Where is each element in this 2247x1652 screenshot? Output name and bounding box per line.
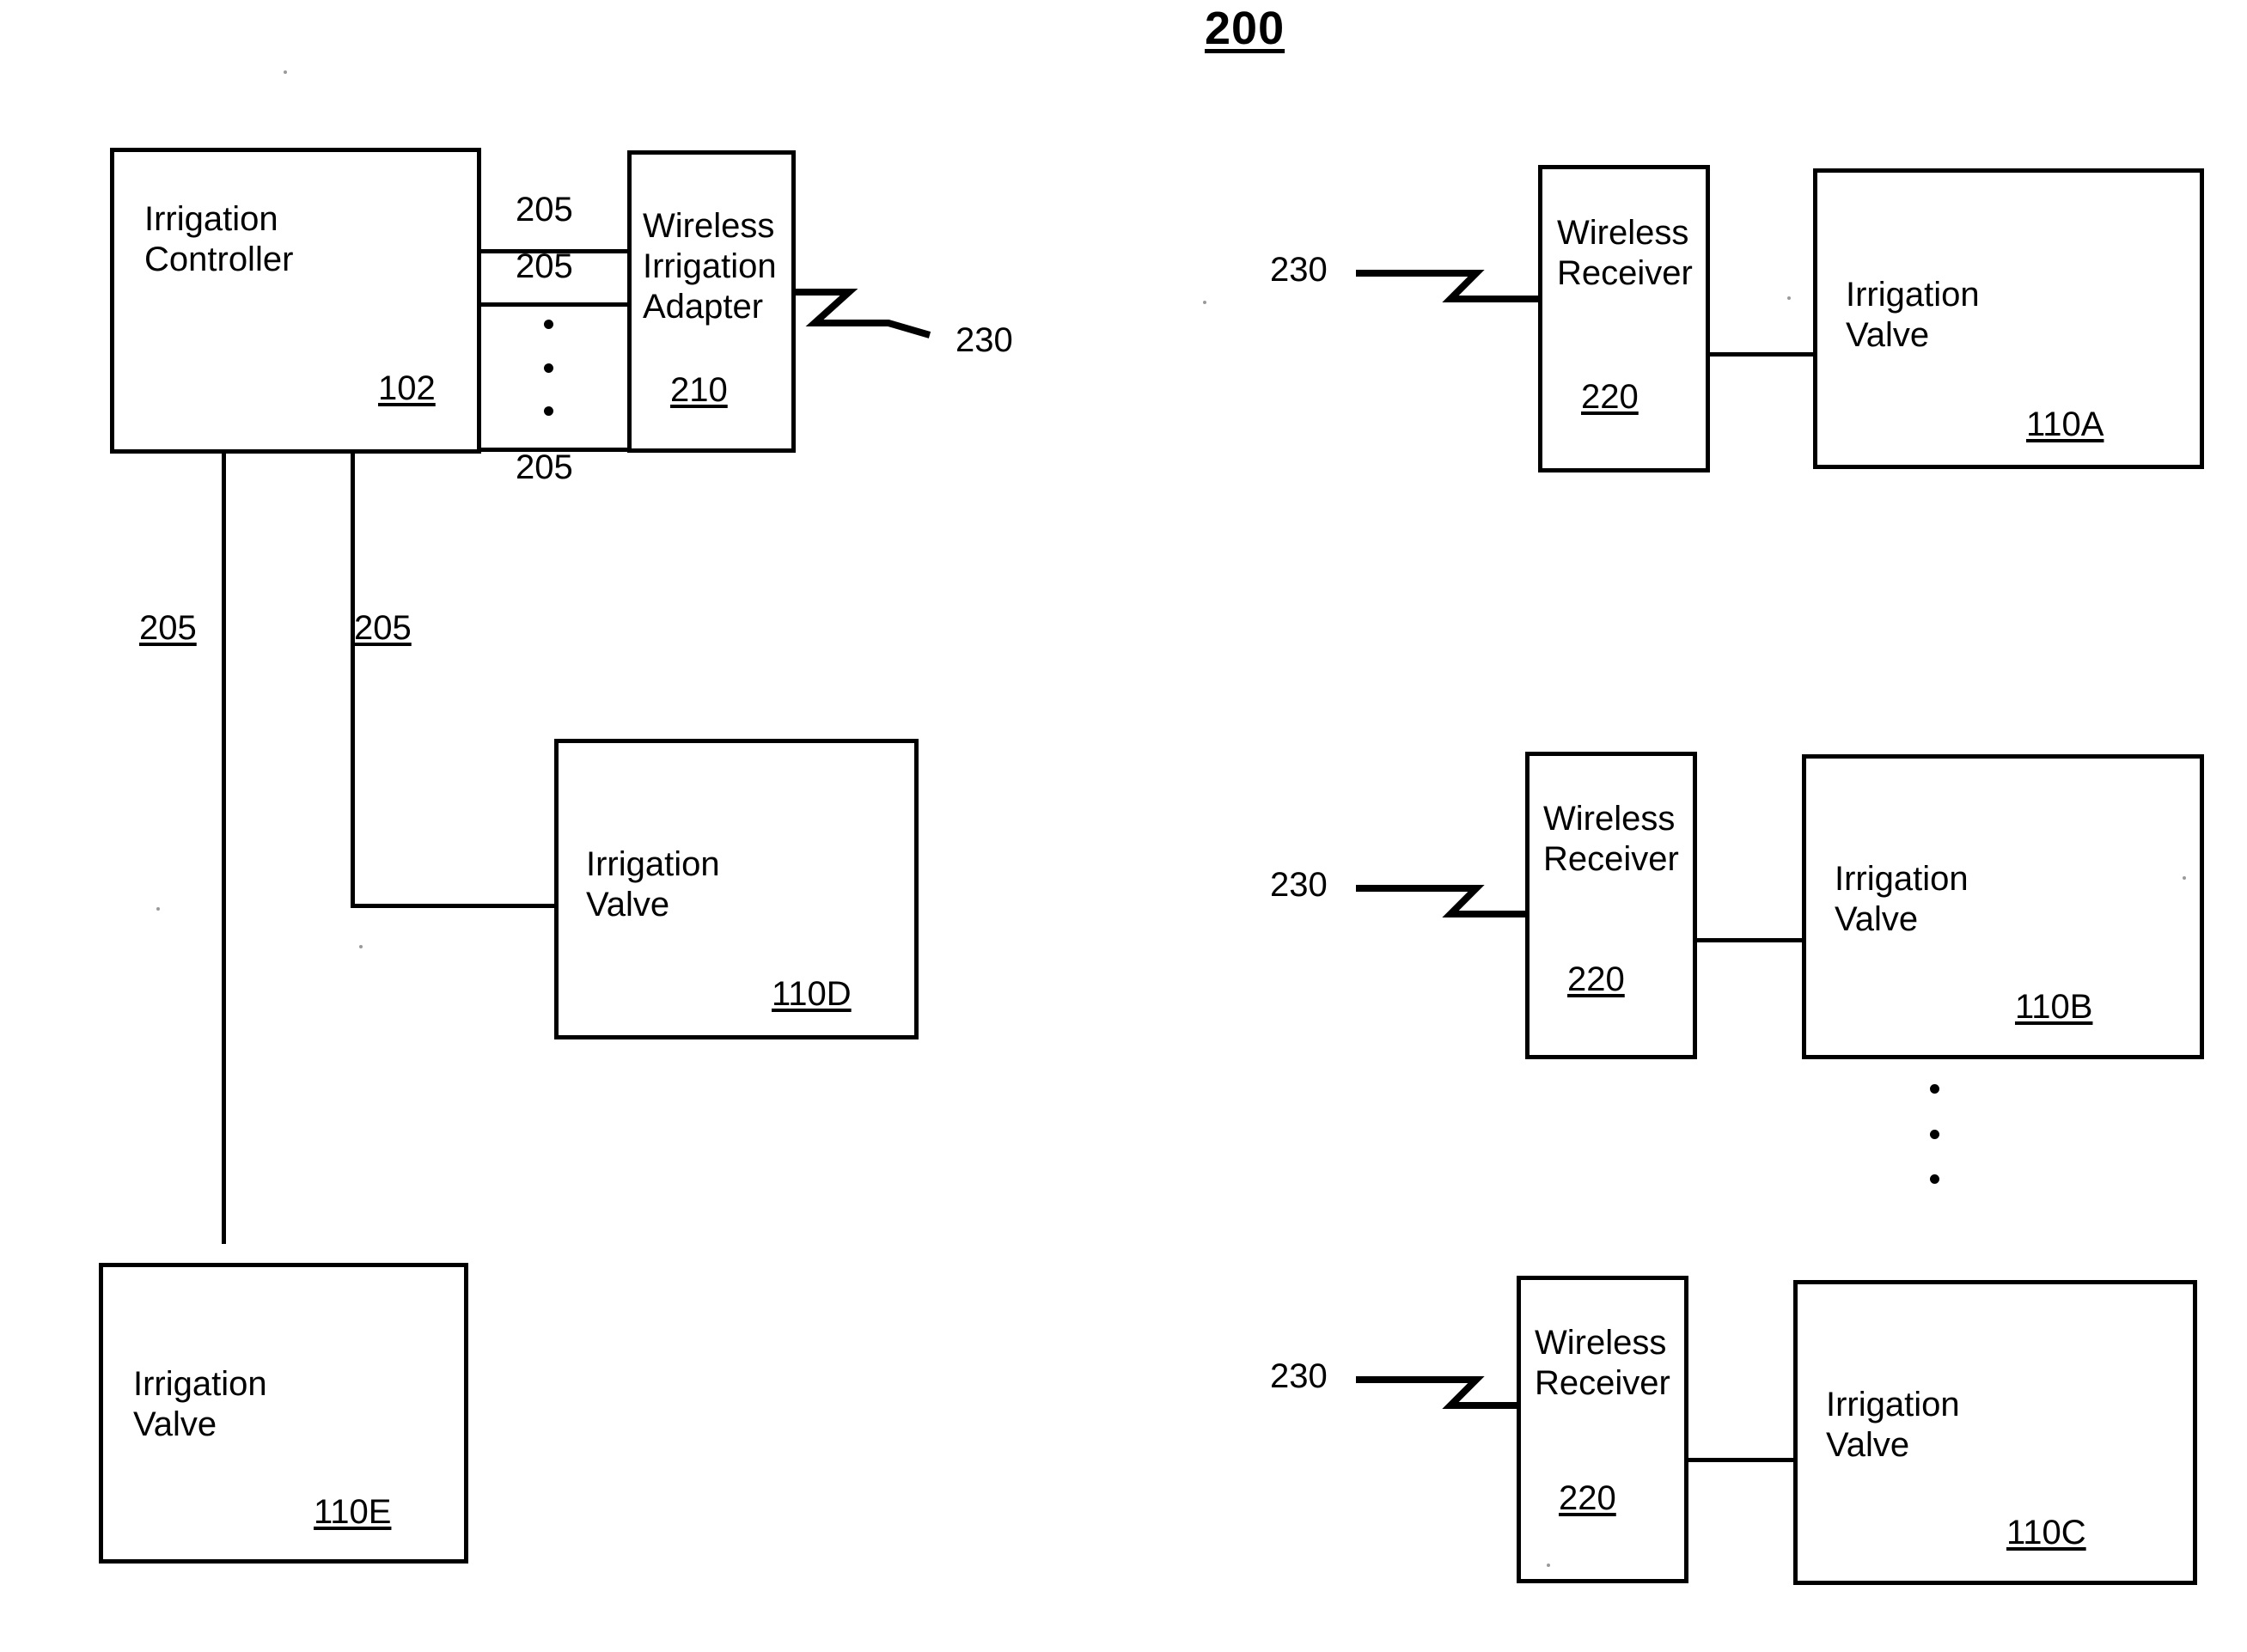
irrigation-controller-ref: 102 (378, 369, 436, 407)
wireless-receiver-c-title: Wireless Receiver (1535, 1324, 1670, 1403)
ellipsis-dot (1929, 1129, 1939, 1139)
receiver-a-signal-230-label: 230 (1270, 251, 1328, 289)
wireless-receiver-c-block[interactable] (1517, 1276, 1688, 1583)
receiver-b-antenna-icon (1356, 873, 1545, 933)
receiver-a-to-valve-a-line (1707, 352, 1817, 357)
scan-speck (1787, 296, 1791, 300)
figure-canvas: 200 Irrigation Controller 102 Wireless I… (0, 0, 2247, 1652)
wire-205-2-line (478, 302, 631, 307)
valve-ellipsis-dots (1929, 1084, 1939, 1184)
wire-205-4-vertical (222, 450, 226, 1244)
figure-number: 200 (1205, 3, 1285, 54)
wireless-receiver-b-ref: 220 (1567, 960, 1625, 998)
irrigation-valve-d-title: Irrigation Valve (586, 845, 720, 924)
ellipsis-dot (1929, 1174, 1939, 1184)
receiver-b-to-valve-b-line (1694, 938, 1805, 942)
scan-speck (1203, 301, 1206, 304)
irrigation-valve-b-title: Irrigation Valve (1835, 860, 1969, 939)
irrigation-valve-b-ref: 110B (2015, 988, 2093, 1026)
wireless-receiver-a-block[interactable] (1538, 165, 1710, 472)
receiver-c-signal-230-label: 230 (1270, 1357, 1328, 1395)
irrigation-valve-a-ref: 110A (2026, 405, 2104, 443)
irrigation-valve-c-ref: 110C (2006, 1514, 2086, 1551)
wireless-receiver-c-ref: 220 (1559, 1479, 1616, 1517)
wireless-receiver-a-title: Wireless Receiver (1557, 214, 1693, 293)
adapter-antenna-icon (792, 273, 938, 342)
wireless-receiver-b-title: Wireless Receiver (1543, 800, 1679, 879)
wire-205-5-label: 205 (354, 609, 412, 647)
ellipsis-dot (543, 363, 553, 373)
scan-speck (156, 907, 160, 911)
scan-speck (359, 945, 363, 948)
wire-ellipsis-dots (543, 320, 553, 416)
wireless-irrigation-adapter-ref: 210 (670, 371, 728, 409)
irrigation-valve-d-ref: 110D (772, 975, 852, 1013)
wire-205-2-label: 205 (516, 247, 573, 285)
receiver-b-signal-230-label: 230 (1270, 866, 1328, 904)
ellipsis-dot (1929, 1084, 1939, 1094)
irrigation-controller-title: Irrigation Controller (144, 200, 294, 279)
irrigation-valve-c-title: Irrigation Valve (1826, 1386, 1960, 1465)
ellipsis-dot (543, 406, 553, 416)
wire-205-1-label: 205 (516, 191, 573, 229)
wireless-receiver-a-ref: 220 (1581, 378, 1639, 416)
irrigation-valve-e-ref: 110E (314, 1493, 392, 1531)
adapter-signal-230-label: 230 (956, 321, 1013, 359)
wireless-receiver-b-block[interactable] (1525, 752, 1697, 1059)
irrigation-valve-e-title: Irrigation Valve (133, 1365, 267, 1444)
receiver-a-antenna-icon (1356, 258, 1545, 318)
scan-speck (2183, 876, 2186, 880)
scan-speck (1547, 1564, 1550, 1567)
irrigation-valve-a-title: Irrigation Valve (1846, 276, 1980, 355)
wire-205-5-vertical (351, 450, 355, 907)
wire-205-5-horizontal (351, 904, 559, 908)
wireless-irrigation-adapter-title: Wireless Irrigation Adapter (643, 207, 777, 326)
receiver-c-to-valve-c-line (1685, 1458, 1797, 1462)
ellipsis-dot (543, 320, 553, 329)
wire-205-4-label: 205 (139, 609, 197, 647)
wire-205-3-label: 205 (516, 448, 573, 486)
scan-speck (284, 70, 287, 74)
